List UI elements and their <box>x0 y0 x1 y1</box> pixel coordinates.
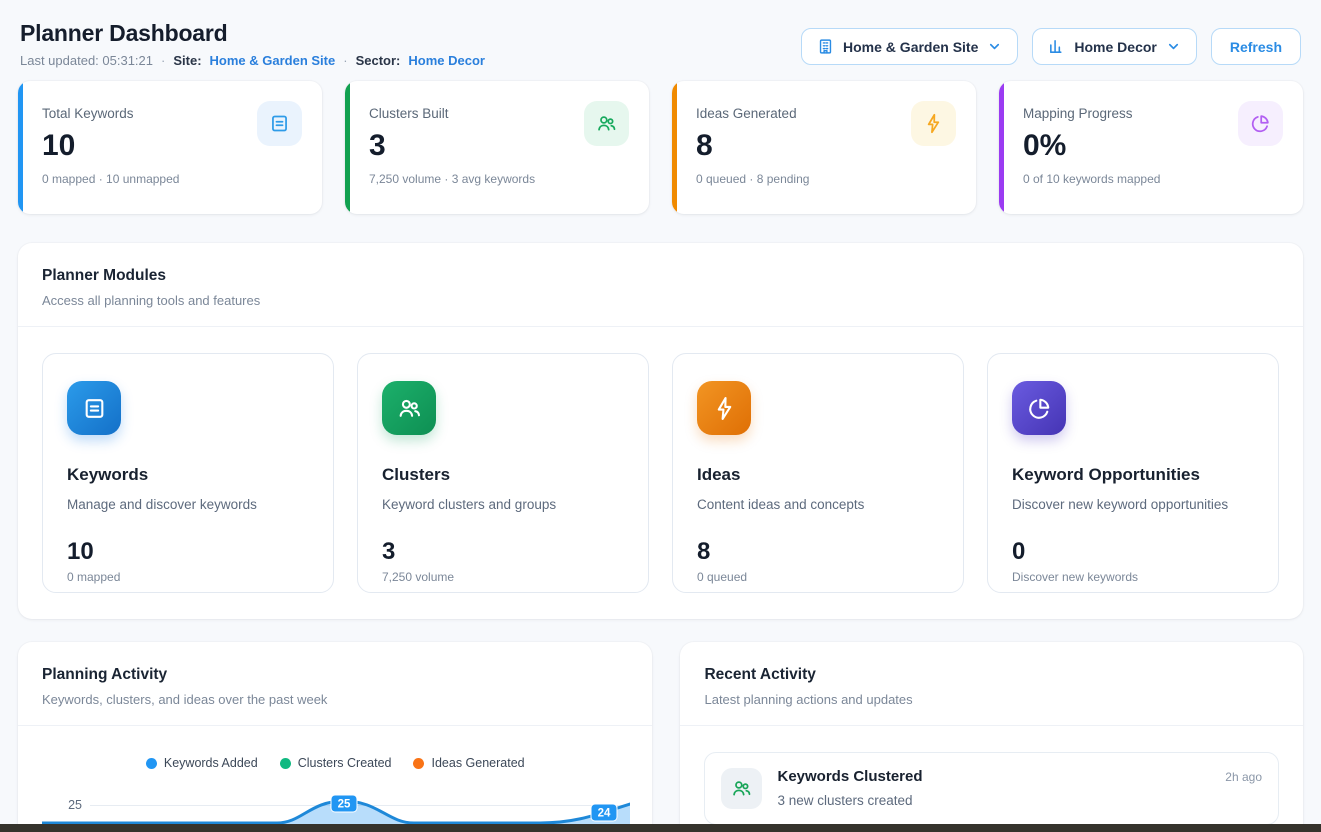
zap-icon <box>697 381 751 435</box>
stat-card-total-keywords: Total Keywords 10 0 mapped · 10 unmapped <box>18 81 322 214</box>
activity-item-description: 3 new clusters created <box>777 793 1262 808</box>
chart-legend: Keywords Added Clusters Created Ideas Ge… <box>42 756 628 770</box>
module-description: Manage and discover keywords <box>67 497 309 512</box>
document-icon <box>257 101 302 146</box>
last-updated-text: Last updated: 05:31:21 <box>20 53 153 68</box>
legend-label: Keywords Added <box>164 756 258 770</box>
point-label-25: 25 <box>331 795 357 812</box>
activity-chart: Keywords Added Clusters Created Ideas Ge… <box>18 726 652 832</box>
recent-activity-panel: Recent Activity Latest planning actions … <box>680 642 1303 832</box>
site-link[interactable]: Home & Garden Site <box>210 53 336 68</box>
refresh-button[interactable]: Refresh <box>1211 28 1301 65</box>
page-meta: Last updated: 05:31:21 · Site: Home & Ga… <box>20 53 485 68</box>
module-value: 10 <box>67 539 309 564</box>
users-icon <box>382 381 436 435</box>
zap-icon <box>911 101 956 146</box>
page-header: Planner Dashboard Last updated: 05:31:21… <box>0 0 1321 68</box>
module-title: Keyword Opportunities <box>1012 465 1254 485</box>
meta-separator: · <box>343 53 347 68</box>
legend-dot-green <box>280 758 291 769</box>
site-selector-dropdown[interactable]: Home & Garden Site <box>801 28 1018 65</box>
document-icon <box>67 381 121 435</box>
legend-item-ideas-generated: Ideas Generated <box>413 756 524 770</box>
stat-card-mapping-progress: Mapping Progress 0% 0 of 10 keywords map… <box>999 81 1303 214</box>
users-icon <box>584 101 629 146</box>
module-sub: Discover new keywords <box>1012 570 1254 584</box>
recent-activity-subtitle: Latest planning actions and updates <box>704 692 1279 707</box>
module-title: Clusters <box>382 465 624 485</box>
module-sub: 7,250 volume <box>382 570 624 584</box>
svg-text:24: 24 <box>598 808 611 820</box>
sector-link[interactable]: Home Decor <box>408 53 485 68</box>
module-card-keywords[interactable]: Keywords Manage and discover keywords 10… <box>42 353 334 593</box>
module-value: 8 <box>697 539 939 564</box>
site-label: Site: <box>173 53 201 68</box>
pie-chart-icon <box>1238 101 1283 146</box>
stat-sub: 0 queued · 8 pending <box>696 172 956 186</box>
bottom-edge-bar <box>0 824 1321 832</box>
recent-activity-title: Recent Activity <box>704 666 1279 684</box>
meta-separator: · <box>161 53 165 68</box>
legend-label: Ideas Generated <box>431 756 524 770</box>
legend-label: Clusters Created <box>298 756 392 770</box>
recent-activity-header: Recent Activity Latest planning actions … <box>680 642 1303 726</box>
page-title: Planner Dashboard <box>20 20 485 46</box>
bar-chart-icon <box>1048 38 1065 55</box>
stats-row: Total Keywords 10 0 mapped · 10 unmapped… <box>18 81 1303 214</box>
module-title: Keywords <box>67 465 309 485</box>
planning-activity-panel: Planning Activity Keywords, clusters, an… <box>18 642 652 832</box>
pie-chart-icon <box>1012 381 1066 435</box>
legend-dot-blue <box>146 758 157 769</box>
module-sub: 0 queued <box>697 570 939 584</box>
chevron-down-icon <box>987 39 1002 54</box>
legend-item-clusters-created: Clusters Created <box>280 756 392 770</box>
site-selector-label: Home & Garden Site <box>843 39 978 55</box>
modules-subtitle: Access all planning tools and features <box>42 293 1279 308</box>
module-card-clusters[interactable]: Clusters Keyword clusters and groups 3 7… <box>357 353 649 593</box>
activity-item-content: Keywords Clustered 2h ago 3 new clusters… <box>777 768 1262 808</box>
activity-item-keywords-clustered[interactable]: Keywords Clustered 2h ago 3 new clusters… <box>704 752 1279 825</box>
users-icon <box>721 768 762 809</box>
bottom-row: Planning Activity Keywords, clusters, an… <box>18 642 1303 832</box>
sector-label: Sector: <box>356 53 401 68</box>
planning-activity-subtitle: Keywords, clusters, and ideas over the p… <box>42 692 628 707</box>
stat-card-clusters-built: Clusters Built 3 7,250 volume · 3 avg ke… <box>345 81 649 214</box>
sector-selector-dropdown[interactable]: Home Decor <box>1032 28 1196 65</box>
modules-grid: Keywords Manage and discover keywords 10… <box>18 327 1303 619</box>
legend-item-keywords-added: Keywords Added <box>146 756 258 770</box>
module-title: Ideas <box>697 465 939 485</box>
planning-activity-title: Planning Activity <box>42 666 628 684</box>
modules-panel-header: Planner Modules Access all planning tool… <box>18 243 1303 327</box>
recent-activity-list: Keywords Clustered 2h ago 3 new clusters… <box>680 726 1303 825</box>
module-description: Keyword clusters and groups <box>382 497 624 512</box>
sector-selector-label: Home Decor <box>1074 39 1156 55</box>
chevron-down-icon <box>1166 39 1181 54</box>
module-card-ideas[interactable]: Ideas Content ideas and concepts 8 0 que… <box>672 353 964 593</box>
building-icon <box>817 38 834 55</box>
point-label-24: 24 <box>591 804 617 821</box>
legend-dot-orange <box>413 758 424 769</box>
activity-item-time: 2h ago <box>1225 770 1262 784</box>
modules-title: Planner Modules <box>42 267 1279 285</box>
header-left: Planner Dashboard Last updated: 05:31:21… <box>20 20 485 68</box>
module-description: Content ideas and concepts <box>697 497 939 512</box>
module-description: Discover new keyword opportunities <box>1012 497 1254 512</box>
planner-modules-panel: Planner Modules Access all planning tool… <box>18 243 1303 619</box>
module-value: 3 <box>382 539 624 564</box>
activity-item-title: Keywords Clustered <box>777 768 922 785</box>
svg-text:25: 25 <box>338 799 351 811</box>
activity-item-top: Keywords Clustered 2h ago <box>777 768 1262 785</box>
stat-sub: 0 of 10 keywords mapped <box>1023 172 1283 186</box>
stat-card-ideas-generated: Ideas Generated 8 0 queued · 8 pending <box>672 81 976 214</box>
module-value: 0 <box>1012 539 1254 564</box>
module-card-keyword-opportunities[interactable]: Keyword Opportunities Discover new keywo… <box>987 353 1279 593</box>
planning-activity-header: Planning Activity Keywords, clusters, an… <box>18 642 652 726</box>
header-actions: Home & Garden Site Home Decor Refresh <box>801 28 1301 65</box>
module-sub: 0 mapped <box>67 570 309 584</box>
planner-dashboard-page: Planner Dashboard Last updated: 05:31:21… <box>0 0 1321 832</box>
stat-sub: 7,250 volume · 3 avg keywords <box>369 172 629 186</box>
stat-sub: 0 mapped · 10 unmapped <box>42 172 302 186</box>
